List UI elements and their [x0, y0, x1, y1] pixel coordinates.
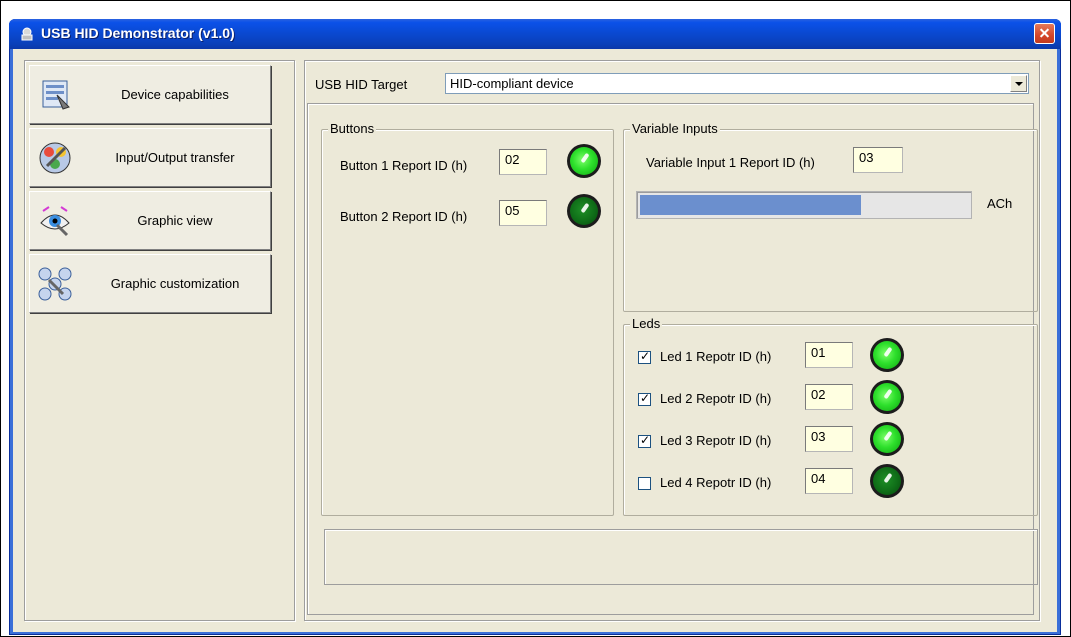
- graphic-view-icon: [40, 206, 70, 237]
- io-transfer-button[interactable]: Input/Output transfer: [29, 128, 271, 187]
- led-4-indicator[interactable]: [870, 464, 904, 498]
- variable-input-level-bar: [636, 191, 972, 219]
- led-1-report-id-field[interactable]: 01: [805, 342, 853, 368]
- led-2-indicator[interactable]: [870, 380, 904, 414]
- usb-target-value: HID-compliant device: [450, 76, 574, 91]
- client-area: Device capabilities Input/Output transfe…: [13, 49, 1057, 632]
- checkmark-icon: ✓: [640, 349, 651, 363]
- device-capabilities-icon: [42, 80, 70, 110]
- graphic-view-button[interactable]: Graphic view: [29, 191, 271, 250]
- button-1-indicator: [567, 144, 601, 178]
- app-icon: [21, 27, 33, 41]
- led-2-checkbox[interactable]: ✓: [638, 391, 651, 406]
- button-1-label: Button 1 Report ID (h): [340, 158, 468, 173]
- led-2-label: Led 2 Repotr ID (h): [660, 391, 772, 406]
- led-1-label: Led 1 Repotr ID (h): [660, 349, 772, 364]
- button-2-indicator: [567, 194, 601, 228]
- led-3-checkbox[interactable]: ✓: [638, 433, 651, 448]
- button-2-report-id-field[interactable]: 05: [499, 200, 547, 226]
- checkmark-icon: ✓: [640, 433, 651, 447]
- nav-label: Input/Output transfer: [115, 150, 235, 165]
- led-4-label: Led 4 Repotr ID (h): [660, 475, 772, 490]
- io-transfer-area: Buttons Button 1 Report ID (h) 02 Button…: [307, 103, 1038, 615]
- io-transfer-icon: [39, 142, 71, 174]
- usb-target-select[interactable]: HID-compliant device: [445, 73, 1029, 94]
- nav-label: Graphic view: [137, 213, 213, 228]
- led-3-indicator[interactable]: [870, 422, 904, 456]
- leds-group-title: Leds: [630, 316, 663, 331]
- variable-input-1-label: Variable Input 1 Report ID (h): [646, 155, 815, 170]
- led-4-report-id-field[interactable]: 04: [805, 468, 853, 494]
- status-box: [324, 529, 1038, 585]
- variable-inputs-group: Variable Inputs Variable Input 1 Report …: [623, 121, 1038, 312]
- checkmark-icon: ✓: [640, 391, 651, 405]
- led-1-indicator[interactable]: [870, 338, 904, 372]
- chevron-down-icon[interactable]: [1010, 75, 1027, 92]
- title-bar[interactable]: USB HID Demonstrator (v1.0): [9, 19, 1061, 49]
- close-button[interactable]: [1034, 23, 1055, 44]
- nav-label: Device capabilities: [121, 87, 229, 102]
- led-1-checkbox[interactable]: ✓: [638, 349, 651, 364]
- buttons-group: Buttons Button 1 Report ID (h) 02 Button…: [321, 121, 614, 516]
- app-window: USB HID Demonstrator (v1.0) Device capab…: [9, 19, 1061, 635]
- graphic-customization-icon: [38, 267, 72, 301]
- led-3-report-id-field[interactable]: 03: [805, 426, 853, 452]
- variable-inputs-group-title: Variable Inputs: [630, 121, 720, 136]
- window-title: USB HID Demonstrator (v1.0): [41, 25, 235, 41]
- content-panel: USB HID Target HID-compliant device Butt…: [304, 60, 1040, 621]
- device-capabilities-button[interactable]: Device capabilities: [29, 65, 271, 124]
- led-2-report-id-field[interactable]: 02: [805, 384, 853, 410]
- usb-target-label: USB HID Target: [315, 77, 408, 92]
- button-1-report-id-field[interactable]: 02: [499, 149, 547, 175]
- nav-panel: Device capabilities Input/Output transfe…: [24, 60, 295, 621]
- nav-label: Graphic customization: [110, 276, 240, 291]
- led-3-label: Led 3 Repotr ID (h): [660, 433, 772, 448]
- variable-input-level-text: ACh: [987, 196, 1013, 211]
- variable-input-level-fill: [640, 195, 861, 215]
- button-2-label: Button 2 Report ID (h): [340, 209, 468, 224]
- leds-group: Leds ✓ Led 1 Repotr ID (h) 01 ✓ Led 2 Repotr…: [623, 316, 1038, 516]
- led-4-checkbox[interactable]: [638, 477, 651, 490]
- buttons-group-title: Buttons: [328, 121, 377, 136]
- variable-input-1-report-id-field[interactable]: 03: [853, 147, 903, 173]
- graphic-customization-button[interactable]: Graphic customization: [29, 254, 271, 313]
